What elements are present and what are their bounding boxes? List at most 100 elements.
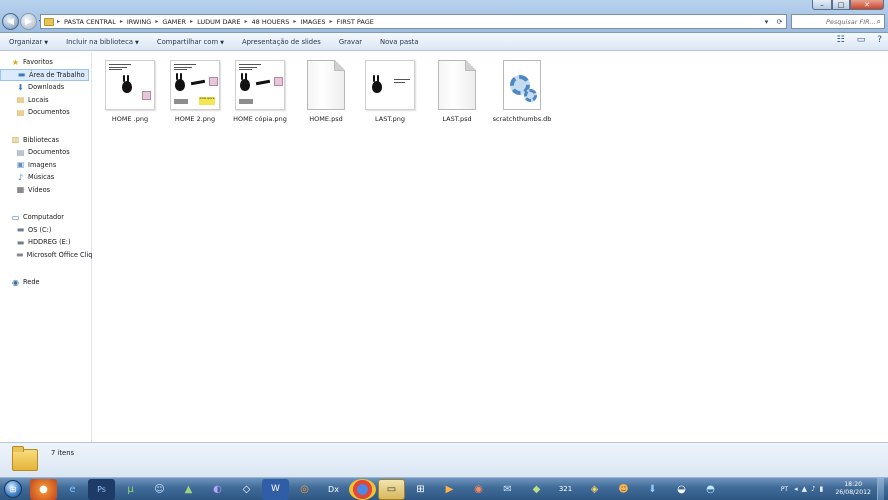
preview-pane-icon[interactable]: ▭ [857,35,866,45]
breadcrumb-separator-icon[interactable]: ▸ [120,18,123,25]
start-button[interactable]: ⊞ [0,478,26,500]
sidebar-item-label: Microsoft Office Cliq [26,250,93,259]
search-input[interactable]: Pesquisar FIR... ⌕ [791,14,885,29]
dx-icon[interactable]: Dx [320,479,347,500]
tray-icons[interactable]: ◂▲♪▮ [794,485,827,493]
sidebar-item-downloads[interactable]: ⬇ Downloads [0,81,91,94]
maximize-button[interactable]: □ [832,0,850,10]
file-item[interactable]: scratchthumbs.db [489,60,555,123]
forward-button[interactable]: ▶ [20,13,37,30]
star-icon: ★ [11,57,20,67]
skype-icon[interactable]: ◓ [697,479,724,500]
file-item[interactable]: press space HOME 2.png [162,60,228,123]
word-icon[interactable]: W [262,478,289,500]
app-icon[interactable]: ◆ [523,479,550,500]
address-bar[interactable]: ▸ PASTA CENTRAL ▸ IRWING ▸ GAMER ▸ LUDUM… [40,14,787,29]
sidebar-item-label: Documentos [28,108,70,117]
address-dropdown-icon[interactable]: ▾ [760,18,773,26]
sidebar-item-office-drive[interactable]: ▬ Microsoft Office Cliq [0,249,93,262]
sidebar-item-drive-e[interactable]: ▬ HDDREG (E:) [0,236,91,249]
breadcrumb-48-houers[interactable]: 48 HOUERS [252,18,290,26]
share-label: Compartilhar com [156,37,219,46]
people-icon[interactable]: ☺ [146,479,173,500]
photoshop-icon[interactable]: Ps [88,478,115,500]
libraries-label: Bibliotecas [23,135,59,144]
favorites-label: Favoritos [23,58,53,67]
sidebar-item-label: Downloads [28,83,65,92]
sidebar-item-places[interactable]: ▤ Locais [0,94,91,107]
help-icon[interactable]: ? [877,35,882,45]
breadcrumb-ludum-dare[interactable]: LUDUM DARE [197,18,240,26]
sidebar-computer[interactable]: ▭ Computador [0,211,91,224]
utorrent-icon[interactable]: µ [117,479,144,500]
chrome-icon[interactable] [349,478,376,500]
antivirus-icon[interactable]: ◈ [581,479,608,500]
sidebar-item-images[interactable]: ▣ Imagens [0,159,91,172]
firefox-icon[interactable]: ● [30,478,57,500]
change-view-icon[interactable]: ☷ [837,35,845,45]
unity-icon[interactable]: ◇ [233,479,260,500]
breadcrumb-separator-icon[interactable]: ▸ [330,18,333,25]
desktop-icon: ▬ [17,70,26,80]
organize-button[interactable]: Organizar ▼ [9,38,48,46]
download-icon[interactable]: ⬇ [639,479,666,500]
calendar-icon[interactable]: 321 [552,479,579,500]
breadcrumb-separator-icon[interactable]: ▸ [155,18,158,25]
file-item[interactable]: LAST.png [357,60,423,123]
breadcrumb-gamer[interactable]: GAMER [162,18,186,26]
sidebar-item-music[interactable]: ♪ Músicas [0,171,91,184]
breadcrumb-separator-icon[interactable]: ▸ [293,18,296,25]
sidebar-item-drive-c[interactable]: ▬ OS (C:) [0,224,91,237]
browser-icon[interactable]: ◉ [465,479,492,500]
close-button[interactable]: ✕ [850,0,884,10]
messenger-icon[interactable]: ◒ [668,479,695,500]
places-icon: ▤ [16,95,25,105]
drive-icon: ▬ [16,250,24,260]
slideshow-button[interactable]: Apresentação de slides [242,38,321,46]
show-desktop-button[interactable] [877,478,884,500]
include-in-library-button[interactable]: Incluir na biblioteca ▼ [66,38,139,46]
sidebar-item-lib-documents[interactable]: ▤ Documentos [0,146,91,159]
explorer-icon[interactable]: ▭ [378,478,405,500]
breadcrumb-separator-icon[interactable]: ▸ [190,18,193,25]
back-button[interactable]: ◀ [2,13,19,30]
blender-icon[interactable]: ◎ [291,479,318,500]
file-item[interactable]: HOME.psd [293,60,359,123]
sidebar-item-documents[interactable]: ▤ Documentos [0,106,91,119]
eclipse-icon[interactable]: ◐ [204,479,231,500]
file-item[interactable]: HOME cópia.png [227,60,293,123]
sidebar-item-desktop[interactable]: ▬ Área de Trabalho [0,68,89,81]
music-icon: ♪ [17,172,24,182]
minimize-button[interactable]: – [812,0,832,10]
scratch-icon[interactable]: ☻ [610,479,637,500]
refresh-icon[interactable]: ⟳ [773,18,786,26]
breadcrumb-images[interactable]: IMAGES [300,18,325,26]
windows-app-icon[interactable]: ⊞ [407,479,434,500]
sidebar-item-videos[interactable]: ▦ Vídeos [0,184,91,197]
breadcrumb-first-page[interactable]: FIRST PAGE [337,18,374,26]
sidebar-network[interactable]: ◉ Rede [0,276,91,289]
command-toolbar: Organizar ▼ Incluir na biblioteca ▼ Compar… [0,33,888,51]
search-icon[interactable]: ⌕ [877,17,881,27]
chevron-down-icon: ▼ [44,39,49,46]
breadcrumb-separator-icon[interactable]: ▸ [245,18,248,25]
breadcrumb-separator-icon[interactable]: ▸ [57,18,60,25]
burn-button[interactable]: Gravar [339,38,362,46]
clock[interactable]: 18:20 26/08/2012 [835,481,871,497]
new-folder-button[interactable]: Nova pasta [380,38,418,46]
sidebar-favorites[interactable]: ★ Favoritos [0,56,91,69]
file-name: HOME .png [111,115,149,123]
sidebar-libraries[interactable]: ▥ Bibliotecas [0,134,91,147]
file-item[interactable]: LAST.psd [424,60,490,123]
organize-label: Organizar [9,37,43,46]
documents-icon: ▤ [16,107,25,117]
mail-icon[interactable]: ✉ [494,479,521,500]
media-player-icon[interactable]: ▶ [436,479,463,500]
breadcrumb-pasta-central[interactable]: PASTA CENTRAL [64,18,116,26]
language-indicator[interactable]: PT [781,486,788,493]
internet-explorer-icon[interactable]: e [59,479,86,500]
file-item[interactable]: HOME .png [97,60,163,123]
breadcrumb-irwing[interactable]: IRWING [127,18,151,26]
game-icon[interactable]: ▲ [175,479,202,500]
share-with-button[interactable]: Compartilhar com ▼ [157,38,224,46]
